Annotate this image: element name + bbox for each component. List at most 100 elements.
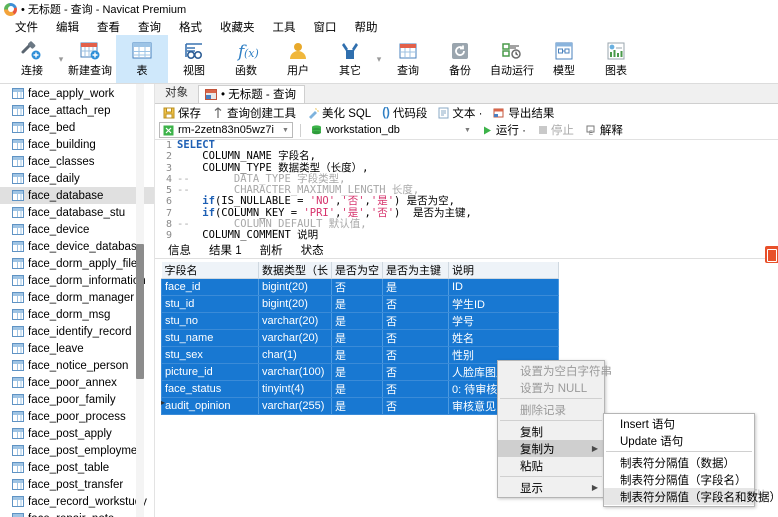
tab-untitled-query[interactable]: • 无标题 - 查询: [198, 85, 305, 103]
query-builder-button[interactable]: 查询创建工具: [208, 104, 300, 122]
tab-info[interactable]: 信息: [159, 241, 200, 259]
grid-cell[interactable]: 否: [383, 364, 449, 381]
tree-item-face_poor_process[interactable]: face_poor_process: [0, 408, 154, 425]
grid-cell[interactable]: char(1): [259, 347, 332, 364]
export-result-button[interactable]: 导出结果: [489, 104, 558, 122]
beautify-sql-button[interactable]: 美化 SQL: [303, 104, 375, 122]
sql-editor[interactable]: 1SELECT2 COLUMN_NAME 字段名,3 COLUMN_TYPE 数…: [155, 140, 778, 241]
explain-button[interactable]: E 解释: [582, 121, 627, 139]
run-button[interactable]: 运行 ·: [478, 121, 530, 139]
tree-item-face_identify_record[interactable]: face_identify_record: [0, 323, 154, 340]
grid-column-header[interactable]: 说明: [449, 262, 559, 279]
tree-item-face_dorm_apply_file[interactable]: face_dorm_apply_file: [0, 255, 154, 272]
grid-cell[interactable]: face_status: [162, 381, 259, 398]
context-menu-item[interactable]: 复制: [498, 423, 604, 440]
tab-status[interactable]: 状态: [292, 241, 333, 259]
grid-cell[interactable]: 否: [383, 296, 449, 313]
copy-as-submenu[interactable]: Insert 语句Update 语句制表符分隔值（数据）制表符分隔值（字段名）制…: [603, 413, 755, 507]
grid-cell[interactable]: 是: [332, 296, 383, 313]
tree-item-face_dorm_msg[interactable]: face_dorm_msg: [0, 306, 154, 323]
tree-item-face_attach_rep[interactable]: face_attach_rep: [0, 102, 154, 119]
grid-cell[interactable]: varchar(20): [259, 330, 332, 347]
chevron-down-icon-db[interactable]: ▼: [464, 127, 471, 134]
grid-cell[interactable]: audit_opinion: [162, 398, 259, 415]
grid-cell[interactable]: varchar(100): [259, 364, 332, 381]
menu-item-tools[interactable]: 工具: [264, 18, 305, 36]
grid-cell[interactable]: stu_name: [162, 330, 259, 347]
grid-cell[interactable]: 否: [383, 398, 449, 415]
context-menu-item[interactable]: 复制为▶: [498, 440, 604, 457]
submenu-item[interactable]: 制表符分隔值（字段名）: [604, 471, 754, 488]
ribbon-button-chart[interactable]: 图表: [590, 35, 642, 83]
tree-item-face_daily[interactable]: face_daily: [0, 170, 154, 187]
help-panel-badge-icon[interactable]: [765, 246, 778, 263]
tree-item-face_apply_work[interactable]: face_apply_work: [0, 85, 154, 102]
grid-cell[interactable]: stu_sex: [162, 347, 259, 364]
grid-column-header[interactable]: 是否为主键: [383, 262, 449, 279]
menu-item-format[interactable]: 格式: [170, 18, 211, 36]
tree-item-face_device_database[interactable]: face_device_database: [0, 238, 154, 255]
context-menu-item[interactable]: 粘贴: [498, 457, 604, 474]
grid-cell[interactable]: 是: [332, 347, 383, 364]
menu-item-favorites[interactable]: 收藏夹: [211, 18, 264, 36]
grid-cell[interactable]: bigint(20): [259, 296, 332, 313]
sidebar-scrollbar-thumb[interactable]: [136, 244, 144, 379]
tree-item-face_post_apply[interactable]: face_post_apply: [0, 425, 154, 442]
tree-item-face_post_employmen[interactable]: face_post_employmen: [0, 442, 154, 459]
ribbon-button-view[interactable]: 视图: [168, 35, 220, 83]
submenu-item[interactable]: Update 语句: [604, 432, 754, 449]
submenu-item[interactable]: 制表符分隔值（字段名和数据）: [604, 488, 754, 505]
ribbon-button-automation[interactable]: 自动运行: [486, 35, 538, 83]
tree-item-face_database[interactable]: face_database: [0, 187, 154, 204]
grid-cell[interactable]: 是: [383, 279, 449, 296]
grid-cell[interactable]: stu_id: [162, 296, 259, 313]
tab-result-1[interactable]: 结果 1: [200, 241, 251, 259]
ribbon-button-user[interactable]: 用户: [272, 35, 324, 83]
ribbon-button-model[interactable]: 模型: [538, 35, 590, 83]
grid-cell[interactable]: 否: [383, 313, 449, 330]
grid-cell[interactable]: bigint(20): [259, 279, 332, 296]
grid-cell[interactable]: 是: [332, 398, 383, 415]
grid-cell[interactable]: 是: [332, 381, 383, 398]
menu-item-window[interactable]: 窗口: [305, 18, 346, 36]
tree-item-face_dorm_information[interactable]: face_dorm_information: [0, 272, 154, 289]
connection-select[interactable]: rm-2zetn83n05wz7i ▼: [159, 122, 293, 138]
submenu-item[interactable]: 制表符分隔值（数据）: [604, 454, 754, 471]
menu-item-query[interactable]: 查询: [129, 18, 170, 36]
grid-row[interactable]: face_idbigint(20)否是ID: [162, 279, 559, 296]
tree-item-face_dorm_manager[interactable]: face_dorm_manager: [0, 289, 154, 306]
tab-profile[interactable]: 剖析: [251, 241, 292, 259]
tree-item-face_leave[interactable]: face_leave: [0, 340, 154, 357]
text-button[interactable]: 文本 ·: [434, 104, 486, 122]
tree-item-face_poor_family[interactable]: face_poor_family: [0, 391, 154, 408]
grid-cell[interactable]: 学生ID: [449, 296, 559, 313]
menu-item-file[interactable]: 文件: [6, 18, 47, 36]
tree-item-face_bed[interactable]: face_bed: [0, 119, 154, 136]
tree-item-face_classes[interactable]: face_classes: [0, 153, 154, 170]
grid-cell[interactable]: 是: [332, 313, 383, 330]
tree-item-face_device[interactable]: face_device: [0, 221, 154, 238]
grid-cell[interactable]: 学号: [449, 313, 559, 330]
grid-cell[interactable]: varchar(20): [259, 313, 332, 330]
ribbon-button-backup[interactable]: 备份: [434, 35, 486, 83]
tree-item-face_database_stu[interactable]: face_database_stu: [0, 204, 154, 221]
grid-column-header[interactable]: 字段名: [162, 262, 259, 279]
tree-item-face_repair_note[interactable]: face_repair_note: [0, 510, 154, 517]
grid-cell[interactable]: varchar(255): [259, 398, 332, 415]
ribbon-button-table[interactable]: 表: [116, 35, 168, 83]
grid-column-header[interactable]: 是否为空: [332, 262, 383, 279]
stop-button[interactable]: 停止: [534, 121, 578, 139]
ribbon-button-function[interactable]: f (x) 函数: [220, 35, 272, 83]
grid-column-header[interactable]: 数据类型（长: [259, 262, 332, 279]
submenu-item[interactable]: Insert 语句: [604, 415, 754, 432]
code-snippet-button[interactable]: () 代码段: [378, 104, 431, 122]
tree-item-face_record_workstudy[interactable]: face_record_workstudy: [0, 493, 154, 510]
cell-context-menu[interactable]: 设置为空白字符串设置为 NULL删除记录复制复制为▶粘贴显示▶: [497, 360, 605, 498]
ribbon-button-connection[interactable]: 连接: [6, 35, 58, 83]
grid-cell[interactable]: 否: [383, 347, 449, 364]
tree-item-face_poor_annex[interactable]: face_poor_annex: [0, 374, 154, 391]
menu-item-edit[interactable]: 编辑: [47, 18, 88, 36]
tree-item-face_building[interactable]: face_building: [0, 136, 154, 153]
database-tree-sidebar[interactable]: face_apply_workface_attach_repface_bedfa…: [0, 84, 155, 517]
grid-cell[interactable]: 姓名: [449, 330, 559, 347]
